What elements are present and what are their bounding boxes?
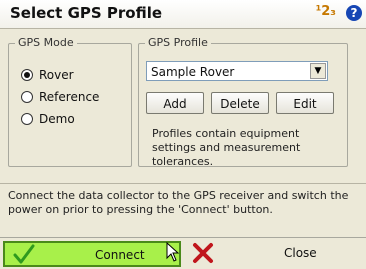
connect-button[interactable]: Connect [3,241,181,267]
profile-description: Profiles contain equipment settings and … [152,127,301,168]
dialog-title: Select GPS Profile [10,4,163,22]
radio-label-demo: Demo [39,112,75,126]
radio-label-rover: Rover [39,68,74,82]
title-bar: Select GPS Profile ¹2₃ ? [0,0,366,29]
close-button[interactable]: Close [186,241,362,267]
gps-profile-select[interactable]: Sample Rover ▼ [146,61,328,81]
checkmark-icon [13,244,35,264]
help-icon[interactable]: ? [346,5,362,21]
close-label: Close [284,246,317,260]
edit-profile-button[interactable]: Edit [276,92,334,114]
gps-mode-group: GPS Mode Rover Reference Demo [8,36,132,167]
chevron-down-icon[interactable]: ▼ [310,63,326,79]
input-mode-indicator[interactable]: ¹2₃ [316,4,336,19]
red-x-icon [193,243,213,263]
connection-instructions: Connect the data collector to the GPS re… [8,189,349,216]
gps-profile-legend: GPS Profile [145,36,211,49]
divider [0,183,366,184]
gps-mode-legend: GPS Mode [15,36,77,49]
radio-label-reference: Reference [39,90,100,104]
radio-button[interactable] [21,113,33,125]
radio-rover[interactable]: Rover [21,68,74,82]
radio-button[interactable] [21,69,33,81]
radio-demo[interactable]: Demo [21,112,75,126]
bottom-button-bar: Connect Close [0,237,366,269]
radio-button[interactable] [21,91,33,103]
gps-profile-selected-value: Sample Rover [151,65,235,79]
add-profile-button[interactable]: Add [146,92,204,114]
connect-label: Connect [95,248,145,262]
delete-profile-button[interactable]: Delete [211,92,269,114]
mouse-pointer-icon [166,242,180,262]
radio-reference[interactable]: Reference [21,90,99,104]
